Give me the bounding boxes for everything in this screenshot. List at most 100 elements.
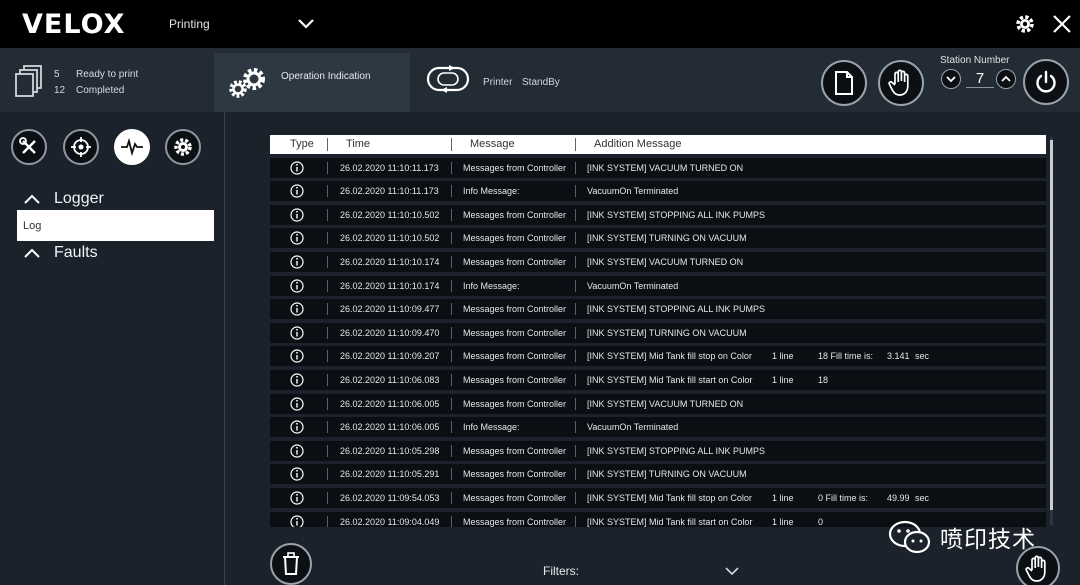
wechat-logo-icon [888,520,931,554]
row-extra-2: 0 Fill time is: [818,492,869,503]
mode-chevron-down-icon[interactable] [296,14,316,34]
row-time: 26.02.2020 11:10:09.477 [340,304,440,315]
document-button[interactable] [821,60,867,106]
row-message: Messages from Controller [463,469,567,480]
table-row[interactable]: 26.02.2020 11:10:09.470 Messages from Con… [270,322,1046,343]
row-extra-1: 1 line [772,374,794,385]
hand-button[interactable] [1015,545,1061,585]
row-message: Messages from Controller [463,445,567,456]
scrollbar-thumb[interactable] [1050,140,1053,510]
table-row[interactable]: 26.02.2020 11:10:06.083 Messages from Con… [270,369,1046,390]
row-message: Info Message: [463,186,520,197]
row-addition-message: [INK SYSTEM] STOPPING ALL INK PUMPS [587,445,766,456]
row-time: 26.02.2020 11:09:04.049 [340,516,440,527]
table-row[interactable]: 26.02.2020 11:10:05.291 Messages from Con… [270,464,1046,485]
station-number-value[interactable]: 7 [966,70,994,88]
document-icon [835,71,853,95]
table-row[interactable]: 26.02.2020 11:10:10.502 Messages from Con… [270,204,1046,225]
status-band: 5 Ready to print 12 Completed Operation … [0,48,1080,112]
row-extra-2: 0 [818,516,824,527]
table-row[interactable]: 26.02.2020 11:10:05.298 Messages from Con… [270,440,1046,461]
settings-button[interactable] [165,129,201,165]
faults-tree-header[interactable]: Faults [24,244,98,262]
watermark: 喷印技术 [888,520,1036,554]
documents-stack-icon [15,65,42,97]
delete-button[interactable] [270,543,312,585]
row-addition-message: [INK SYSTEM] VACUUM TURNED ON [587,398,744,409]
col-type[interactable]: Type [290,138,314,150]
tools-button[interactable] [11,129,47,165]
row-time: 26.02.2020 11:10:06.083 [340,374,440,385]
table-row[interactable]: 26.02.2020 11:10:10.502 Messages from Con… [270,228,1046,249]
settings-gear-icon[interactable] [1013,12,1037,36]
row-addition-message: [INK SYSTEM] VACUUM TURNED ON [587,162,744,173]
table-row[interactable]: 26.02.2020 11:10:09.477 Messages from Con… [270,299,1046,320]
log-table: Type Time Message Addition Message 26.02… [270,135,1048,527]
ready-count: 5 [54,69,60,80]
filters-chevron-down-icon[interactable] [724,565,740,577]
info-icon [290,302,304,316]
gears-icon [229,68,265,98]
col-addition-message[interactable]: Addition Message [594,138,681,150]
operation-indication-label: Operation Indication [281,71,371,82]
table-row[interactable]: 26.02.2020 11:10:09.207 Messages from Con… [270,346,1046,367]
row-message: Info Message: [463,280,520,291]
table-row[interactable]: 26.02.2020 11:10:11.173 Messages from Con… [270,157,1046,178]
row-addition-message: [INK SYSTEM] Mid Tank fill start on Colo… [587,374,753,385]
stop-hand-button[interactable] [878,60,924,106]
faults-label: Faults [54,244,98,261]
row-addition-message: VacuumOn Terminated [587,186,679,197]
info-icon [290,255,304,269]
info-icon [290,373,304,387]
row-message: Messages from Controller [463,516,567,527]
station-decrement-button[interactable] [941,69,961,89]
info-icon [290,420,304,434]
table-row[interactable]: 26.02.2020 11:09:54.053 Messages from Con… [270,487,1046,508]
logger-tree-header[interactable]: Logger [24,190,104,208]
wrench-screwdriver-icon [19,137,36,154]
row-extra-3: 3.141 [887,351,910,362]
log-tree-item[interactable]: Log [17,210,214,241]
pulse-icon [121,138,143,156]
row-message: Messages from Controller [463,209,567,220]
row-extra-2: 18 [818,374,829,385]
target-button[interactable] [63,129,99,165]
info-icon [290,184,304,198]
operation-indication-tab[interactable]: Operation Indication [214,53,410,112]
chevron-up-icon [24,248,40,258]
printer-state: StandBy [522,77,560,88]
table-row[interactable]: 26.02.2020 11:10:10.174 Messages from Con… [270,251,1046,272]
row-message: Info Message: [463,422,520,433]
info-icon [290,444,304,458]
ready-label: Ready to print [76,69,139,80]
close-icon[interactable] [1050,12,1074,36]
table-row[interactable]: 26.02.2020 11:10:06.005 Messages from Con… [270,393,1046,414]
table-row[interactable]: 26.02.2020 11:10:11.173 Info Message: Vacu… [270,181,1046,202]
row-addition-message: [INK SYSTEM] Mid Tank fill stop on Color [587,351,752,362]
row-extra-4: sec [915,351,930,362]
row-time: 26.02.2020 11:10:10.502 [340,209,440,220]
row-time: 26.02.2020 11:10:06.005 [340,422,440,433]
printer-cycle-icon [426,65,470,93]
logger-button[interactable] [114,129,150,165]
table-row[interactable]: 26.02.2020 11:10:06.005 Info Message: Vacu… [270,417,1046,438]
row-time: 26.02.2020 11:10:05.291 [340,469,440,480]
info-icon [290,467,304,481]
power-button[interactable] [1023,59,1069,105]
completed-status: 12 Completed [54,85,124,96]
printer-label: Printer [483,77,513,88]
row-addition-message: [INK SYSTEM] TURNING ON VACUUM [587,233,747,244]
row-extra-1: 1 line [772,351,794,362]
row-message: Messages from Controller [463,374,567,385]
col-time[interactable]: Time [346,138,370,150]
table-body: 26.02.2020 11:10:11.173 Messages from Con… [270,157,1048,527]
logger-label: Logger [54,190,104,207]
info-icon [290,208,304,222]
info-icon [290,396,304,411]
row-message: Messages from Controller [463,398,567,409]
row-time: 26.02.2020 11:09:54.053 [340,492,440,503]
table-row[interactable]: 26.02.2020 11:10:10.174 Info Message: Vacu… [270,275,1046,296]
station-increment-button[interactable] [996,69,1016,89]
col-message[interactable]: Message [470,138,515,150]
row-addition-message: VacuumOn Terminated [587,422,679,433]
